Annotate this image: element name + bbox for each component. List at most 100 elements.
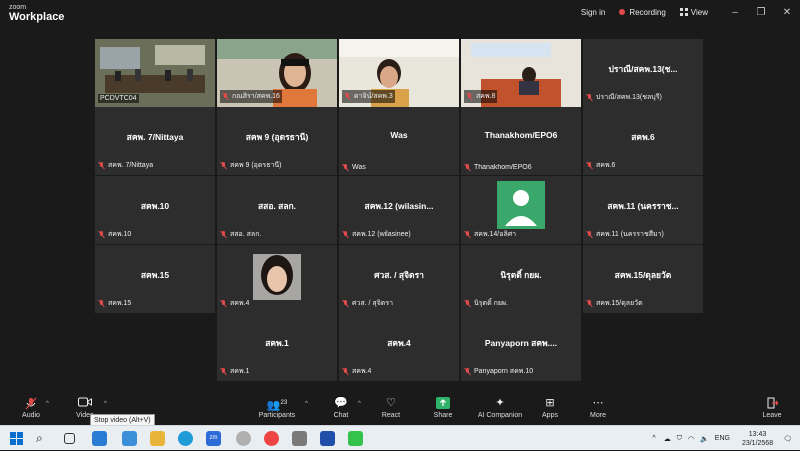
participant-tile[interactable]: ปราณี/สคพ.13(ช... ปราณี/สคพ.13(ชลบุรี) [583, 39, 703, 107]
app-icon-blue[interactable] [92, 431, 107, 446]
sign-in-link[interactable]: Sign in [581, 8, 605, 17]
participant-name-label: Thanakhom/EPO6 [464, 164, 532, 171]
participant-tile[interactable]: สคพ.4 สคพ.4 [339, 313, 459, 381]
react-button[interactable]: ♡ React [377, 397, 405, 419]
participant-tile[interactable]: นิรุตติ์ กยผ. นิรุตติ์ กยผ. [461, 245, 581, 313]
chat-options-caret[interactable]: ^ [358, 401, 361, 407]
participant-tile[interactable]: สคพ. 7/Nittaya สคพ. 7/Nittaya [95, 107, 215, 175]
participant-tile[interactable]: สคพ 9 (อุดรธานี) สคพ 9 (อุดรธานี) [217, 107, 337, 175]
microphone-muted-icon [342, 231, 349, 238]
microphone-muted-icon [220, 368, 227, 375]
participant-name-label: สคพ.14/อลิศา [464, 229, 516, 240]
close-button[interactable]: ✕ [774, 7, 800, 18]
cloud-icon[interactable]: ☁ [664, 435, 671, 443]
line-icon[interactable] [348, 431, 363, 446]
ai-companion-button[interactable]: ✦ AI Companion [474, 397, 526, 419]
participant-tile[interactable]: สคพ.8 [461, 39, 581, 107]
app-icon-navy[interactable] [320, 431, 335, 446]
shield-icon[interactable]: ⛉ [677, 435, 682, 443]
task-view-icon[interactable] [64, 433, 75, 444]
wifi-icon[interactable]: ◠ [688, 435, 694, 443]
participant-display-name: สคพ.4 [387, 338, 411, 348]
participant-tile[interactable]: สคพ.15 สคพ.15 [95, 245, 215, 313]
participant-tile[interactable]: ดาจิน์/สคพ.3 [339, 39, 459, 107]
maximize-button[interactable]: ❐ [748, 7, 774, 18]
windows-start-icon[interactable] [10, 432, 23, 445]
mail-icon[interactable] [122, 431, 137, 446]
participants-options-caret[interactable]: ^ [305, 401, 308, 407]
participant-name-label: Was [342, 164, 366, 171]
zoom-logo: zoom Workplace [9, 4, 65, 23]
participant-name-label: สสอ. สลก. [220, 229, 261, 240]
video-options-caret[interactable]: ^ [104, 401, 107, 407]
participant-name-label: สคพ.1 [220, 366, 249, 377]
edge-icon[interactable] [178, 431, 193, 446]
speaker-icon[interactable]: 🔈 [700, 435, 709, 443]
microphone-muted-icon [342, 164, 349, 171]
participant-name-label: สคพ.4 [342, 366, 371, 377]
leave-button[interactable]: Leave [757, 397, 787, 419]
share-button[interactable]: Share [429, 397, 457, 419]
participant-tile[interactable]: กณสิรา/สคพ.16 [217, 39, 337, 107]
view-button[interactable]: View [679, 8, 708, 17]
participant-display-name: นิรุตติ์ กยผ. [500, 270, 542, 280]
chrome-icon[interactable] [264, 431, 279, 446]
participant-display-name: สสอ. สลก. [257, 201, 297, 211]
participant-display-name: สคพ.1 [265, 338, 289, 348]
participant-tile[interactable]: PCDVTC04 [95, 39, 215, 107]
participant-tile[interactable]: ศวส. / สุจิตรา ศวส. / สุจิตรา [339, 245, 459, 313]
audio-button[interactable]: Audio [18, 397, 44, 419]
participant-tile[interactable]: สคพ.10 สคพ.10 [95, 176, 215, 244]
zoom-taskbar-icon[interactable]: zm [206, 431, 221, 446]
participant-tile[interactable]: Thanakhom/EPO6 Thanakhom/EPO6 [461, 107, 581, 175]
participant-tile[interactable]: สคพ.4 [217, 245, 337, 313]
app-icon-dark[interactable] [292, 431, 307, 446]
clock[interactable]: 13:43 23/1/2568 [742, 430, 773, 448]
language-indicator[interactable]: ENG [715, 435, 730, 442]
participant-tile[interactable]: สคพ.12 (wilasin... สคพ.12 (wilasinee) [339, 176, 459, 244]
microphone-muted-icon [18, 397, 44, 410]
participants-icon: 👥23 [266, 399, 288, 412]
participant-tile[interactable]: สคพ.1 สคพ.1 [217, 313, 337, 381]
microphone-muted-icon [220, 300, 227, 307]
participant-tile[interactable]: สคพ.14/อลิศา [461, 176, 581, 244]
participant-name-label: นิรุตติ์ กยผ. [464, 298, 508, 309]
participant-display-name: Was [390, 130, 408, 140]
notification-icon[interactable]: 🗨 [783, 435, 792, 443]
microphone-muted-icon [464, 164, 471, 171]
participant-tile[interactable]: Panyaporn สคพ.... Panyaporn สคพ.10 [461, 313, 581, 381]
leave-icon [757, 397, 787, 410]
apps-icon: ⊞ [545, 397, 555, 409]
participant-display-name: ปราณี/สคพ.13(ช... [608, 64, 678, 74]
recording-indicator[interactable]: Recording [619, 8, 666, 17]
share-screen-icon [429, 397, 457, 410]
title-bar: zoom Workplace Sign in Recording View – … [0, 0, 800, 26]
participant-display-name: สคพ.15 [140, 270, 170, 280]
participant-tile[interactable]: สคพ.11 (นครราช... สคพ.11 (นครราชสีมา) [583, 176, 703, 244]
more-button[interactable]: ⋯ More [584, 397, 612, 419]
app-icon-grey[interactable] [236, 431, 251, 446]
camera-icon [72, 397, 98, 410]
participants-button[interactable]: 👥23 Participants [255, 397, 299, 419]
participant-display-name: สคพ. 7/Nittaya [126, 132, 184, 142]
tray-chevron-icon[interactable]: ^ [652, 435, 655, 442]
participant-tile[interactable]: Was Was [339, 107, 459, 175]
microphone-muted-icon [464, 300, 471, 307]
folder-icon[interactable] [150, 431, 165, 446]
search-icon[interactable]: ⌕ [36, 431, 51, 446]
participant-display-name: ศวส. / สุจิตรา [374, 270, 424, 280]
participant-tile[interactable]: สคพ.6 สคพ.6 [583, 107, 703, 175]
audio-options-caret[interactable]: ^ [46, 401, 49, 407]
participant-name-label: สคพ.6 [586, 160, 615, 171]
participant-name-label: สคพ 9 (อุดรธานี) [220, 160, 282, 171]
minimize-button[interactable]: – [722, 7, 748, 18]
participant-tile[interactable]: สคพ.15/ดุลยวัต สคพ.15/ดุลยวัต [583, 245, 703, 313]
participant-tile[interactable]: สสอ. สลก. สสอ. สลก. [217, 176, 337, 244]
microphone-muted-icon [464, 231, 471, 238]
chat-button[interactable]: 💬 Chat [328, 397, 354, 419]
participant-name-label: สคพ.12 (wilasinee) [342, 229, 411, 240]
more-icon: ⋯ [592, 397, 604, 409]
participant-name-label: สคพ. 7/Nittaya [98, 160, 153, 171]
microphone-muted-icon [344, 93, 351, 100]
apps-button[interactable]: ⊞ Apps [536, 397, 564, 419]
